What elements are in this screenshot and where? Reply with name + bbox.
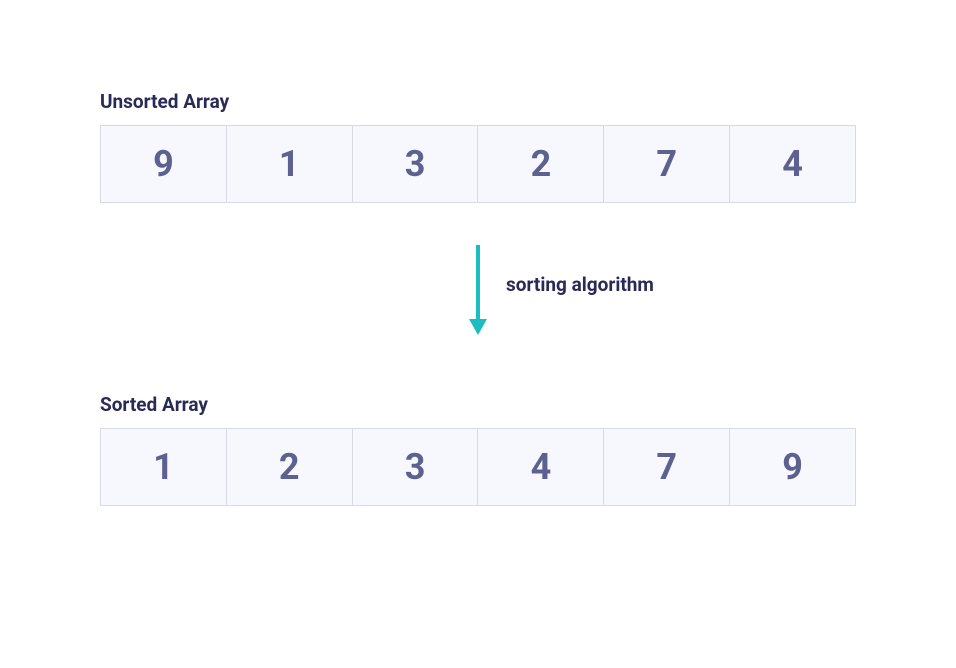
array-cell: 9 bbox=[100, 125, 227, 203]
unsorted-label: Unsorted Array bbox=[100, 90, 856, 113]
array-cell: 4 bbox=[730, 125, 856, 203]
array-cell: 2 bbox=[227, 428, 353, 506]
sorted-array: 1 2 3 4 7 9 bbox=[100, 428, 856, 506]
array-cell: 2 bbox=[478, 125, 604, 203]
arrow-section: sorting algorithm bbox=[100, 233, 856, 363]
array-cell: 7 bbox=[604, 428, 730, 506]
array-cell: 3 bbox=[353, 428, 479, 506]
arrow-label: sorting algorithm bbox=[506, 273, 654, 296]
array-cell: 4 bbox=[478, 428, 604, 506]
arrow-down-icon bbox=[466, 245, 490, 335]
sorted-label: Sorted Array bbox=[100, 393, 856, 416]
array-cell: 1 bbox=[100, 428, 227, 506]
array-cell: 7 bbox=[604, 125, 730, 203]
array-cell: 1 bbox=[227, 125, 353, 203]
array-cell: 9 bbox=[730, 428, 856, 506]
array-cell: 3 bbox=[353, 125, 479, 203]
unsorted-array: 9 1 3 2 7 4 bbox=[100, 125, 856, 203]
